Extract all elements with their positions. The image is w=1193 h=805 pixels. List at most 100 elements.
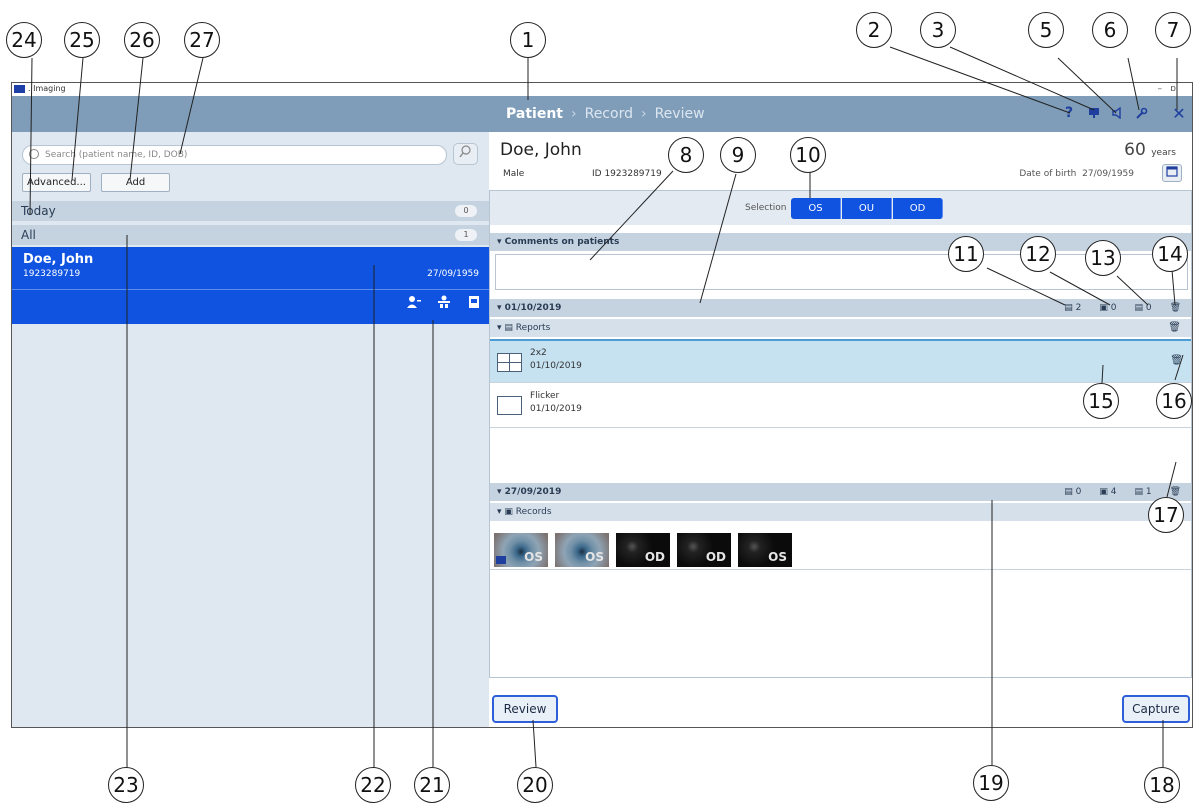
- group-label: All: [21, 228, 36, 242]
- callout-22: 22: [355, 767, 391, 803]
- crumb-record[interactable]: Record: [585, 106, 633, 122]
- report-count-value: 0: [1075, 487, 1082, 497]
- advanced-search-button[interactable]: Advanced...: [22, 173, 91, 192]
- report-count: ▤ 0: [1064, 487, 1082, 497]
- reports-title: Reports: [515, 323, 551, 333]
- window-title: . Imaging: [28, 84, 66, 93]
- record-thumbnail[interactable]: OD: [616, 533, 670, 567]
- callout-3: 3: [920, 12, 956, 48]
- group-all[interactable]: All 1: [12, 225, 489, 245]
- record-thumbnail[interactable]: OS: [494, 533, 548, 567]
- calendar-icon: [1166, 166, 1178, 177]
- age-unit: years: [1151, 148, 1176, 158]
- eye-label: OD: [644, 550, 665, 564]
- presentation-icon[interactable]: [1085, 104, 1103, 122]
- calendar-button[interactable]: [1162, 164, 1182, 182]
- callout-15: 15: [1083, 383, 1119, 419]
- callout-17: 17: [1148, 497, 1184, 533]
- record-thumbnail[interactable]: OS: [738, 533, 792, 567]
- callout-8: 8: [668, 137, 704, 173]
- callout-7: 7: [1155, 12, 1191, 48]
- selected-patient-row[interactable]: Doe, John 1923289719 27/09/1959: [12, 247, 489, 324]
- callout-20: 20: [517, 767, 553, 803]
- restore-button[interactable]: ɒ: [1170, 83, 1176, 95]
- patient-dob: 27/09/1959: [427, 269, 479, 279]
- report-count-value: 2: [1075, 303, 1082, 313]
- search-field-icon: [22, 145, 42, 165]
- document-count-value: 0: [1145, 303, 1152, 313]
- delete-reports-icon[interactable]: 🗑: [1168, 319, 1181, 337]
- help-icon[interactable]: ?: [1060, 104, 1078, 122]
- session-header[interactable]: ▾ 27/09/2019 ▤ 0 ▣ 4 ▤ 1 🗑: [490, 483, 1191, 501]
- session-date: 01/10/2019: [504, 303, 562, 313]
- export-patient-icon[interactable]: [467, 295, 481, 313]
- callout-16: 16: [1156, 383, 1192, 419]
- session-header[interactable]: ▾ 01/10/2019 ▤ 2 ▣ 0 ▤ 0 🗑: [490, 299, 1191, 317]
- list-item[interactable]: 2x2 01/10/2019 🗑: [490, 339, 1191, 383]
- record-thumbnail[interactable]: OS: [555, 533, 609, 567]
- group-count: 1: [455, 229, 477, 241]
- callout-5: 5: [1028, 12, 1064, 48]
- crumb-patient[interactable]: Patient: [506, 106, 563, 122]
- session-counts: ▤ 2 ▣ 0 ▤ 0 🗑: [1064, 299, 1181, 317]
- close-icon[interactable]: ✕: [1170, 104, 1188, 123]
- callout-12: 12: [1020, 236, 1056, 272]
- session-date: 27/09/2019: [504, 487, 562, 497]
- merge-patient-icon[interactable]: [437, 295, 451, 313]
- eye-label: OS: [585, 550, 604, 564]
- delete-report-icon[interactable]: 🗑: [1170, 355, 1183, 366]
- patient-actions: [407, 295, 481, 313]
- group-today[interactable]: Today 0: [12, 201, 489, 221]
- wrench-icon[interactable]: [1132, 104, 1150, 122]
- record-count: ▣ 0: [1099, 303, 1117, 313]
- video-icon: [496, 556, 506, 564]
- select-os-button[interactable]: OS: [791, 198, 841, 219]
- selection-label: Selection: [745, 203, 787, 213]
- capture-button[interactable]: Capture: [1122, 695, 1190, 723]
- speaker-icon[interactable]: [1108, 104, 1126, 122]
- callout-6: 6: [1092, 12, 1128, 48]
- breadcrumb: Patient › Record › Review: [506, 106, 705, 122]
- magnifier-icon: [459, 145, 471, 158]
- records-subheader[interactable]: ▾ ▣ Records 🗑: [490, 503, 1191, 521]
- record-thumbnail[interactable]: OD: [677, 533, 731, 567]
- window-titlebar: . Imaging – ɒ: [12, 83, 1192, 96]
- page-title: Doe, John: [500, 140, 582, 160]
- report-title: Flicker: [530, 391, 560, 401]
- search-input[interactable]: Search (patient name, ID, DOB): [22, 145, 447, 165]
- callout-10: 10: [790, 137, 826, 173]
- document-count: ▤ 1: [1134, 487, 1152, 497]
- patient-gender: Male: [503, 169, 525, 179]
- callout-9: 9: [720, 137, 756, 173]
- app-window: . Imaging – ɒ Patient › Record › Review …: [11, 82, 1193, 728]
- callout-13: 13: [1085, 240, 1121, 276]
- record-count: ▣ 4: [1099, 487, 1117, 497]
- add-patient-button[interactable]: Add: [101, 173, 170, 192]
- reports-subheader[interactable]: ▾ ▤ Reports 🗑: [490, 319, 1191, 337]
- callout-18: 18: [1144, 767, 1180, 803]
- eye-label: OD: [705, 550, 726, 564]
- delete-session-icon[interactable]: 🗑: [1170, 299, 1181, 317]
- patient-id-label: ID 1923289719: [592, 169, 662, 179]
- annotated-screenshot: 1 2 3 5 6 7 8 9 10 11 12 13 14 15 16 17 …: [0, 0, 1193, 805]
- layout-single-icon: [497, 396, 522, 415]
- callout-25: 25: [64, 22, 100, 58]
- select-ou-button[interactable]: OU: [842, 198, 892, 219]
- edit-patient-icon[interactable]: [407, 295, 421, 313]
- patient-name: Doe, John: [23, 252, 94, 267]
- search-button[interactable]: [453, 143, 478, 165]
- callout-24: 24: [6, 22, 42, 58]
- group-label: Today: [21, 204, 56, 218]
- crumb-separator: ›: [640, 106, 647, 122]
- document-count-value: 1: [1145, 487, 1152, 497]
- select-od-button[interactable]: OD: [893, 198, 943, 219]
- callout-23: 23: [108, 767, 144, 803]
- document-count: ▤ 0: [1134, 303, 1152, 313]
- comments-field[interactable]: [495, 254, 1188, 290]
- crumb-review[interactable]: Review: [655, 106, 705, 122]
- dob-value: 27/09/1959: [1082, 169, 1134, 179]
- eye-selection-bar: Selection OS OU OD: [490, 191, 1191, 225]
- review-button[interactable]: Review: [492, 695, 558, 723]
- minimize-button[interactable]: –: [1158, 83, 1163, 95]
- comments-header[interactable]: ▾ Comments on patients: [490, 233, 1191, 251]
